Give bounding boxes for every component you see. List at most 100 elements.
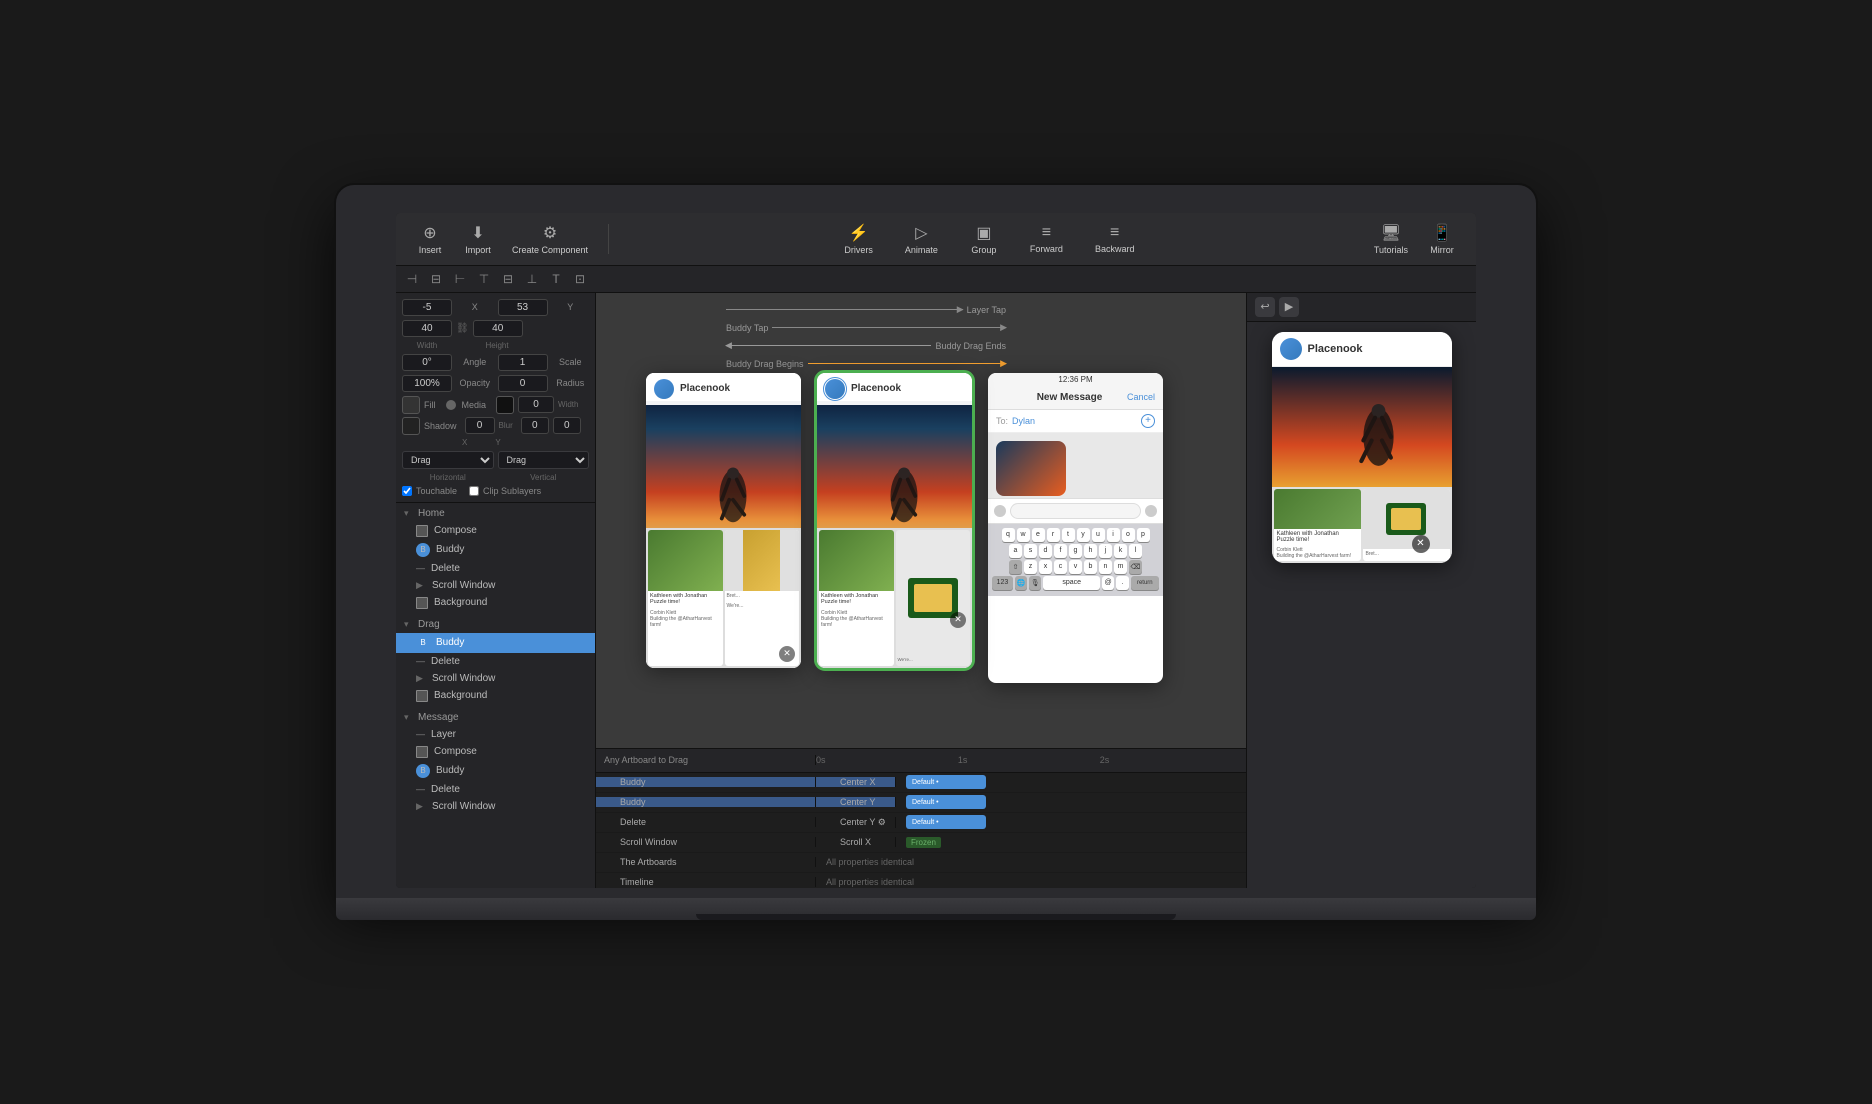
key-o[interactable]: o [1122,528,1135,542]
align-extra-button[interactable]: ⊡ [570,269,590,289]
artboard-1-close[interactable]: ✕ [779,646,795,662]
message-group-header[interactable]: ▾ Message [396,709,595,726]
y-input[interactable] [498,299,548,316]
video-button[interactable]: ▶ [1279,297,1299,317]
msg-layer-item[interactable]: — Layer [396,726,595,743]
key-s[interactable]: s [1024,544,1037,558]
forward-button[interactable]: ≡ Forward [1022,220,1071,258]
artboard-1[interactable]: Placenook [646,373,801,668]
opacity-input[interactable] [402,375,452,392]
key-x[interactable]: x [1039,560,1052,574]
align-text-button[interactable]: T [546,269,566,289]
stroke-width-input[interactable] [518,396,554,413]
backward-button[interactable]: ≡ Backward [1087,220,1143,258]
blur-input[interactable] [465,417,495,434]
text-input-field[interactable] [1010,503,1141,519]
home-delete-item[interactable]: — Delete [396,560,595,577]
preview-close-button[interactable]: ✕ [1412,535,1430,553]
artboard-3[interactable]: 12:36 PM New Message Cancel [988,373,1163,683]
key-g[interactable]: g [1069,544,1082,558]
artboard-2[interactable]: Placenook [817,373,972,668]
drag-background-item[interactable]: Background [396,687,595,705]
key-n[interactable]: n [1099,560,1112,574]
key-123[interactable]: 123 [992,576,1013,590]
shadow-y-input[interactable] [553,417,581,434]
msg-scroll-item[interactable]: ▶ Scroll Window [396,798,595,815]
key-r[interactable]: r [1047,528,1060,542]
msg-delete-item[interactable]: — Delete [396,781,595,798]
drag-group-header[interactable]: ▾ Drag [396,616,595,633]
key-c[interactable]: c [1054,560,1067,574]
fill-swatch[interactable] [402,396,420,414]
align-left-button[interactable]: ⊣ [402,269,422,289]
home-group-header[interactable]: ▾ Home [396,505,595,522]
drag-buddy-item[interactable]: B Buddy [396,633,595,653]
add-recipient-button[interactable]: + [1141,414,1155,428]
canvas-area[interactable]: ▶ Layer Tap Buddy Tap ▶ [596,293,1246,748]
horizontal-select[interactable]: Drag Fixed [402,451,494,469]
align-hcenter-button[interactable]: ⊟ [426,269,446,289]
tutorials-button[interactable]: 🖥 Tutorials [1366,219,1416,259]
msg-compose-item[interactable]: Compose [396,743,595,761]
key-f[interactable]: f [1054,544,1067,558]
scale-input[interactable] [498,354,548,371]
home-background-item[interactable]: Background [396,594,595,612]
align-vcenter-button[interactable]: ⊟ [498,269,518,289]
key-i[interactable]: i [1107,528,1120,542]
key-w[interactable]: w [1017,528,1030,542]
home-compose-item[interactable]: Compose [396,522,595,540]
key-a[interactable]: a [1009,544,1022,558]
align-top-button[interactable]: ⊤ [474,269,494,289]
cancel-button[interactable]: Cancel [1127,392,1155,402]
key-q[interactable]: q [1002,528,1015,542]
radius-input[interactable] [498,375,548,392]
undo-button[interactable]: ↩ [1255,297,1275,317]
align-right-button[interactable]: ⊢ [450,269,470,289]
shadow-x-input[interactable] [521,417,549,434]
touchable-checkbox[interactable] [402,486,412,496]
key-j[interactable]: j [1099,544,1112,558]
vertical-select[interactable]: Drag Fixed [498,451,590,469]
key-k[interactable]: k [1114,544,1127,558]
angle-input[interactable] [402,354,452,371]
height-input[interactable] [473,320,523,337]
import-button[interactable]: ⬇ Import [456,219,500,259]
key-l[interactable]: l [1129,544,1142,558]
stroke-swatch[interactable] [496,396,514,414]
group-button[interactable]: ▣ Group [962,219,1006,259]
key-return[interactable]: return [1131,576,1159,590]
artboard-2-close[interactable]: ✕ [950,612,966,628]
key-globe[interactable]: 🌐 [1015,576,1027,590]
key-backspace[interactable]: ⌫ [1129,560,1142,574]
key-m[interactable]: m [1114,560,1127,574]
key-shift[interactable]: ⇧ [1009,560,1022,574]
key-space[interactable]: space [1043,576,1100,590]
shadow-swatch[interactable] [402,417,420,435]
key-y[interactable]: y [1077,528,1090,542]
key-at[interactable]: @ [1102,576,1114,590]
insert-button[interactable]: ⊕ Insert [408,219,452,259]
drivers-button[interactable]: ⚡ Drivers [836,219,881,259]
key-e[interactable]: e [1032,528,1045,542]
x-input[interactable] [402,299,452,316]
drag-scroll-item[interactable]: ▶ Scroll Window [396,670,595,687]
create-component-button[interactable]: ⚙ Create Component [504,219,596,259]
message-input-bar[interactable] [988,498,1163,524]
key-d[interactable]: d [1039,544,1052,558]
key-t[interactable]: t [1062,528,1075,542]
home-scroll-item[interactable]: ▶ Scroll Window [396,577,595,594]
key-b[interactable]: b [1084,560,1097,574]
align-bottom-button[interactable]: ⊥ [522,269,542,289]
key-v[interactable]: v [1069,560,1082,574]
msg-buddy-item[interactable]: B Buddy [396,761,595,781]
key-p[interactable]: p [1137,528,1150,542]
key-u[interactable]: u [1092,528,1105,542]
drag-delete-item[interactable]: — Delete [396,653,595,670]
key-period[interactable]: . [1116,576,1128,590]
clip-sublayers-checkbox[interactable] [469,486,479,496]
width-input[interactable] [402,320,452,337]
mirror-button[interactable]: 📱 Mirror [1420,219,1464,259]
key-mic[interactable]: 🎙 [1029,576,1041,590]
animate-button[interactable]: ▷ Animate [897,219,946,259]
home-buddy-item[interactable]: B Buddy [396,540,595,560]
